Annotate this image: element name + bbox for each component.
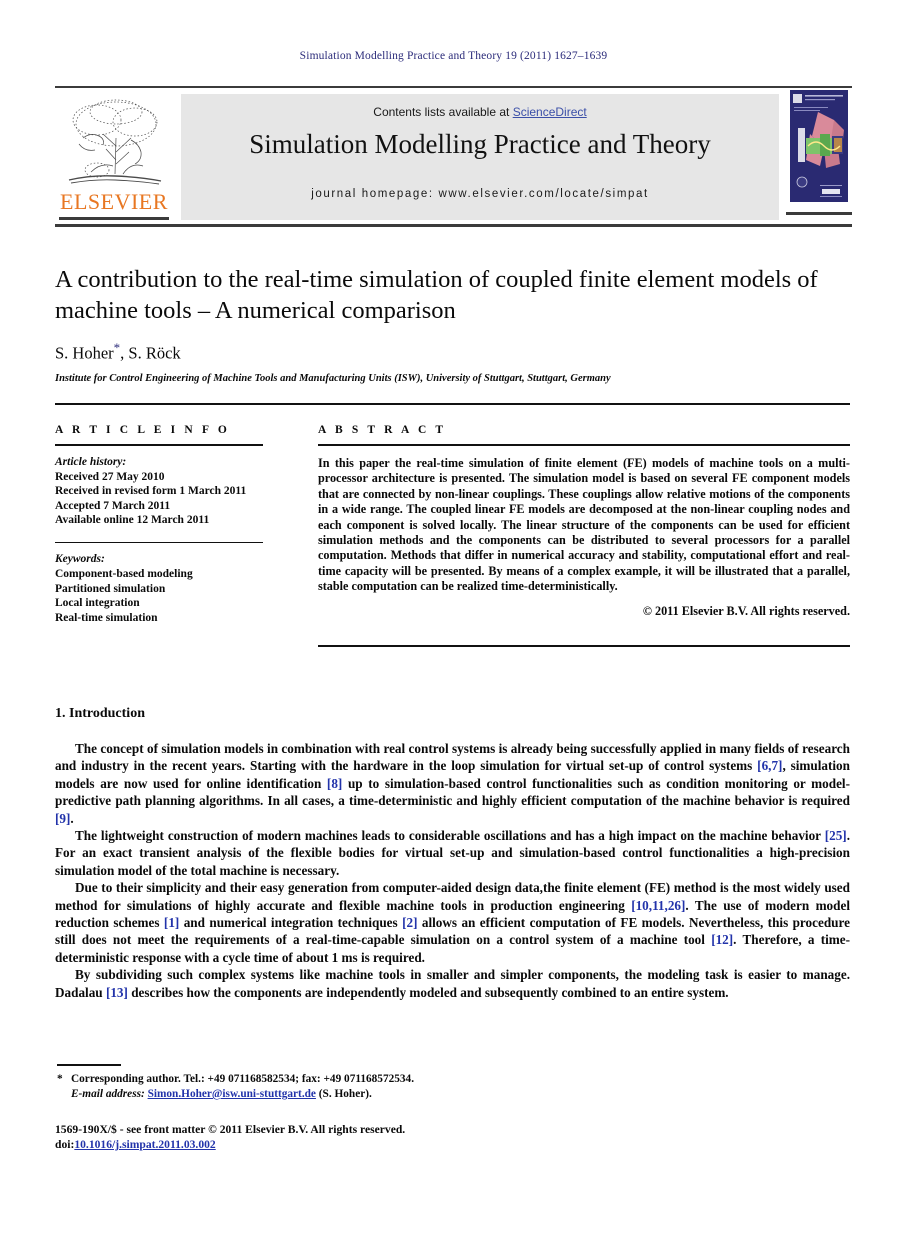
journal-title: Simulation Modelling Practice and Theory [249, 129, 711, 159]
article-history-item: Available online 12 March 2011 [55, 514, 210, 527]
corresponding-author-footnote: * Corresponding author. Tel.: +49 071168… [57, 1072, 557, 1102]
imprint-block: 1569-190X/$ - see front matter © 2011 El… [55, 1122, 655, 1152]
body-paragraph: The lightweight construction of modern m… [55, 827, 850, 879]
citation-reference[interactable]: [25] [825, 828, 847, 843]
author-email-link[interactable]: Simon.Hoher@isw.uni-stuttgart.de [148, 1088, 316, 1100]
affiliation: Institute for Control Engineering of Mac… [55, 372, 611, 384]
section-heading-introduction: 1. Introduction [55, 706, 145, 721]
citation-reference[interactable]: [13] [106, 985, 128, 1000]
abstract-label: A B S T R A C T [318, 424, 447, 436]
abstract-column: A B S T R A C T In this paper the real-t… [318, 424, 850, 619]
keywords-block: Keywords: Component-based modeling Parti… [55, 552, 263, 625]
abstract-text: In this paper the real-time simulation o… [318, 456, 850, 594]
footnote-marker: * [57, 1073, 63, 1085]
citation-reference[interactable]: [2] [402, 915, 417, 930]
info-abstract-top-rule [55, 403, 850, 405]
cover-artwork [790, 90, 848, 202]
elsevier-logo-rule [59, 217, 169, 220]
footnote-contact-line: Corresponding author. Tel.: +49 07116858… [71, 1073, 415, 1085]
masthead-bottom-rule [55, 224, 852, 227]
cover-rule [786, 212, 852, 215]
article-history-head: Article history: [55, 456, 127, 468]
citation-reference[interactable]: [12] [711, 932, 733, 947]
journal-cover-thumbnail[interactable] [786, 88, 852, 216]
abstract-rule [318, 444, 850, 446]
sciencedirect-link[interactable]: ScienceDirect [513, 105, 587, 119]
journal-cover-image [790, 90, 848, 202]
journal-banner: Contents lists available at ScienceDirec… [181, 94, 779, 220]
article-history-item: Received 27 May 2010 [55, 470, 165, 483]
journal-masthead: ELSEVIER Contents lists available at Sci… [55, 86, 852, 227]
citation-reference[interactable]: [8] [327, 776, 342, 791]
footnote-email-suffix: (S. Hoher). [318, 1088, 372, 1100]
author-list: S. Hoher*, S. Röck [55, 340, 850, 364]
keyword-item: Partitioned simulation [55, 582, 166, 595]
article-info-separator [55, 541, 263, 544]
author-primary: S. Hoher [55, 343, 114, 363]
body-text-run: describes how the components are indepen… [127, 984, 729, 1000]
masthead-top-rule [55, 86, 852, 88]
info-abstract-bottom-rule [318, 645, 850, 647]
footnote-email-line: E-mail address: Simon.Hoher@isw.uni-stut… [71, 1087, 557, 1102]
citation-reference[interactable]: [1] [164, 915, 179, 930]
article-info-label: A R T I C L E I N F O [55, 424, 230, 436]
article-history-item: Received in revised form 1 March 2011 [55, 485, 247, 498]
keyword-item: Component-based modeling [55, 568, 193, 581]
body-text-run: The lightweight construction of modern m… [75, 828, 825, 844]
body-paragraph: The concept of simulation models in comb… [55, 740, 850, 827]
body-text-run: . [70, 810, 74, 826]
keywords-head: Keywords: [55, 553, 105, 566]
issn-front-matter: 1569-190X/$ - see front matter © 2011 El… [55, 1123, 406, 1136]
contents-lists-prefix: Contents lists available at [373, 105, 513, 119]
body-paragraph: By subdividing such complex systems like… [55, 966, 850, 1001]
article-info-rule [55, 444, 263, 446]
footnote-rule [57, 1064, 121, 1066]
keyword-item: Local integration [55, 597, 140, 610]
body-text: The concept of simulation models in comb… [55, 740, 850, 1001]
journal-homepage[interactable]: journal homepage: www.elsevier.com/locat… [181, 188, 779, 200]
contents-lists-line: Contents lists available at ScienceDirec… [181, 105, 779, 119]
article-history: Article history: Received 27 May 2010 Re… [55, 455, 263, 528]
doi-line: doi:10.1016/j.simpat.2011.03.002 [55, 1137, 655, 1152]
body-text-run: and numerical integration techniques [179, 915, 403, 931]
doi-prefix: doi: [55, 1138, 75, 1151]
article-info-column: A R T I C L E I N F O Article history: R… [55, 424, 263, 625]
body-paragraph: Due to their simplicity and their easy g… [55, 879, 850, 966]
elsevier-logo: ELSEVIER [55, 88, 174, 224]
running-head: Simulation Modelling Practice and Theory… [299, 50, 608, 62]
citation-reference[interactable]: [9] [55, 811, 70, 826]
citation-reference[interactable]: [10,11,26] [631, 898, 685, 913]
elsevier-wordmark: ELSEVIER [60, 189, 168, 214]
footnote-email-label: E-mail address: [71, 1088, 145, 1100]
article-history-item: Accepted 7 March 2011 [55, 499, 171, 512]
doi-link[interactable]: 10.1016/j.simpat.2011.03.002 [74, 1138, 215, 1151]
author-secondary: , S. Röck [120, 343, 181, 363]
keyword-item: Real-time simulation [55, 611, 158, 624]
body-text-run: The concept of simulation models in comb… [55, 741, 850, 774]
abstract-copyright: © 2011 Elsevier B.V. All rights reserved… [642, 603, 850, 618]
elsevier-tree-icon [68, 99, 162, 185]
citation-reference[interactable]: [6,7] [757, 758, 782, 773]
page-title: A contribution to the real-time simulati… [55, 266, 818, 324]
paper-page: Simulation Modelling Practice and Theory… [0, 0, 907, 1238]
title-block: A contribution to the real-time simulati… [55, 264, 850, 384]
